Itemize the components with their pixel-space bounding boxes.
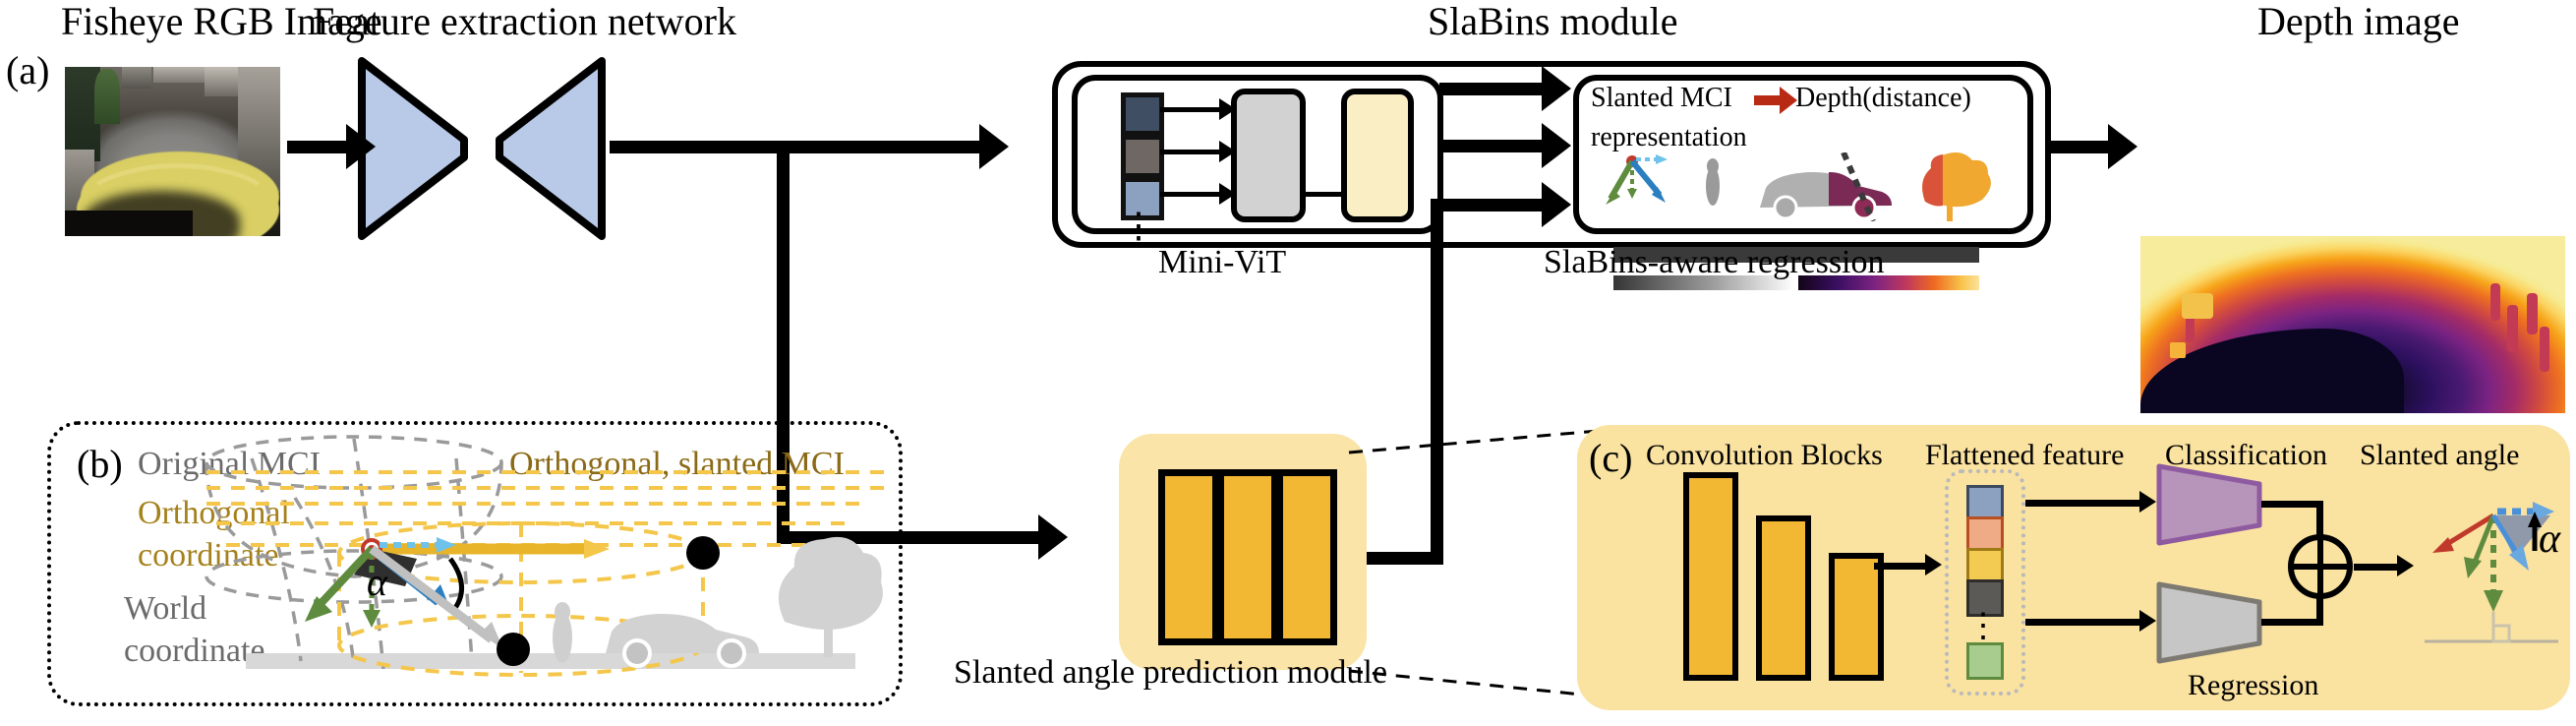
- red-arrow-icon: [1754, 87, 1797, 114]
- arrow-vit-to-regression-mid-head: [1542, 123, 1571, 168]
- flattened-feature-ellipsis: ⋮: [1966, 608, 2000, 644]
- arrow-flattened-to-regression: [2025, 619, 2143, 626]
- slanted-mci-label: Slanted MCI: [1591, 83, 1732, 113]
- conv-block-3: [1829, 553, 1884, 681]
- vit-token-1: [1121, 92, 1164, 136]
- slanted-mci-coordinate-icon: [1606, 154, 1668, 205]
- feature-extraction-network-diagram: [358, 57, 606, 240]
- arrow-branch-to-slanted-module-head: [1038, 514, 1068, 560]
- arrow-vit-to-regression-mid: [1439, 140, 1546, 152]
- arrow-vit-to-regression-top: [1439, 83, 1546, 95]
- arrow-flattened-to-regression-head: [2139, 610, 2156, 632]
- arrow-token-1: [1160, 107, 1221, 112]
- arrow-slabins-to-depth: [2047, 141, 2112, 153]
- slanted-angle-label: Slanted angle: [2360, 439, 2520, 471]
- slanted-angle-vector-diagram: [2425, 502, 2558, 643]
- slanted-angle-prediction-module-label: Slanted angle prediction module: [954, 654, 1387, 691]
- classification-head-shape: [2156, 463, 2262, 546]
- arrow-token-3: [1160, 192, 1221, 197]
- fisheye-rgb-image: [65, 67, 280, 236]
- panel-b-geometry-illustration: [205, 435, 885, 677]
- depth-hill-region: [2140, 328, 2404, 413]
- regression-label: Regression: [2188, 669, 2319, 701]
- conv-block-1: [1683, 472, 1738, 681]
- title-depth-image: Depth image: [2257, 0, 2460, 43]
- regression-output-line: [2261, 619, 2322, 626]
- arrow-fisheye-to-encoder-head: [346, 124, 376, 169]
- sum-node-icon: [2288, 534, 2353, 599]
- depth-image: [2140, 236, 2565, 413]
- flattened-feature-label: Flattened feature: [1925, 439, 2125, 471]
- arrow-decoder-to-slabins: [610, 141, 983, 153]
- arrow-slanted-module-to-regression: [1439, 199, 1546, 212]
- panel-c-letter: (c): [1589, 436, 1633, 480]
- arrow-flattened-to-classification: [2025, 500, 2143, 507]
- slanted-module-bar-3: [1276, 469, 1337, 645]
- panel-c-alpha-symbol: α: [2539, 516, 2561, 562]
- arrow-slabins-to-depth-head: [2108, 124, 2137, 169]
- regression-head-shape: [2156, 581, 2262, 664]
- title-feature-extraction-network: Feature extraction network: [313, 0, 736, 43]
- arrow-token-2: [1160, 150, 1221, 154]
- slabins-aware-regression-label: SlaBins-aware regression: [1544, 244, 1885, 280]
- representation-label: representation: [1591, 122, 1747, 152]
- slanted-module-bar-1: [1158, 469, 1219, 645]
- panel-a-letter: (a): [6, 48, 50, 92]
- mini-vit-embedding-block: [1341, 89, 1414, 222]
- arrow-conv-to-flattened-head: [1925, 554, 1942, 575]
- arrow-slanted-module-to-regression-head: [1542, 182, 1571, 227]
- vit-token-ellipsis: ⋮: [1121, 206, 1156, 245]
- vit-token-2: [1121, 135, 1164, 178]
- mini-vit-label: Mini-ViT: [1158, 244, 1287, 280]
- arrow-fisheye-to-encoder: [287, 141, 348, 153]
- arrow-decoder-to-slabins-head: [979, 124, 1009, 169]
- panel-b-alpha-symbol: α: [367, 560, 387, 604]
- mini-vit-transformer-block: [1231, 89, 1306, 222]
- flattened-feature-cell-last: [1966, 642, 2004, 680]
- arrow-conv-to-flattened: [1874, 563, 1929, 570]
- regression-scene-illustration: [1706, 152, 1991, 221]
- classification-output-line: [2261, 501, 2322, 508]
- arrow-vit-to-regression-top-head: [1542, 66, 1571, 111]
- conv-block-2: [1756, 515, 1811, 681]
- arrow-sum-to-slanted-angle: [2354, 564, 2401, 571]
- slanted-module-bar-2: [1217, 469, 1278, 645]
- title-slabins-module: SlaBins module: [1428, 0, 1678, 43]
- arrow-flattened-to-classification-head: [2139, 491, 2156, 513]
- depth-distance-label: Depth(distance): [1795, 83, 1971, 113]
- convolution-blocks-label: Convolution Blocks: [1646, 439, 1883, 471]
